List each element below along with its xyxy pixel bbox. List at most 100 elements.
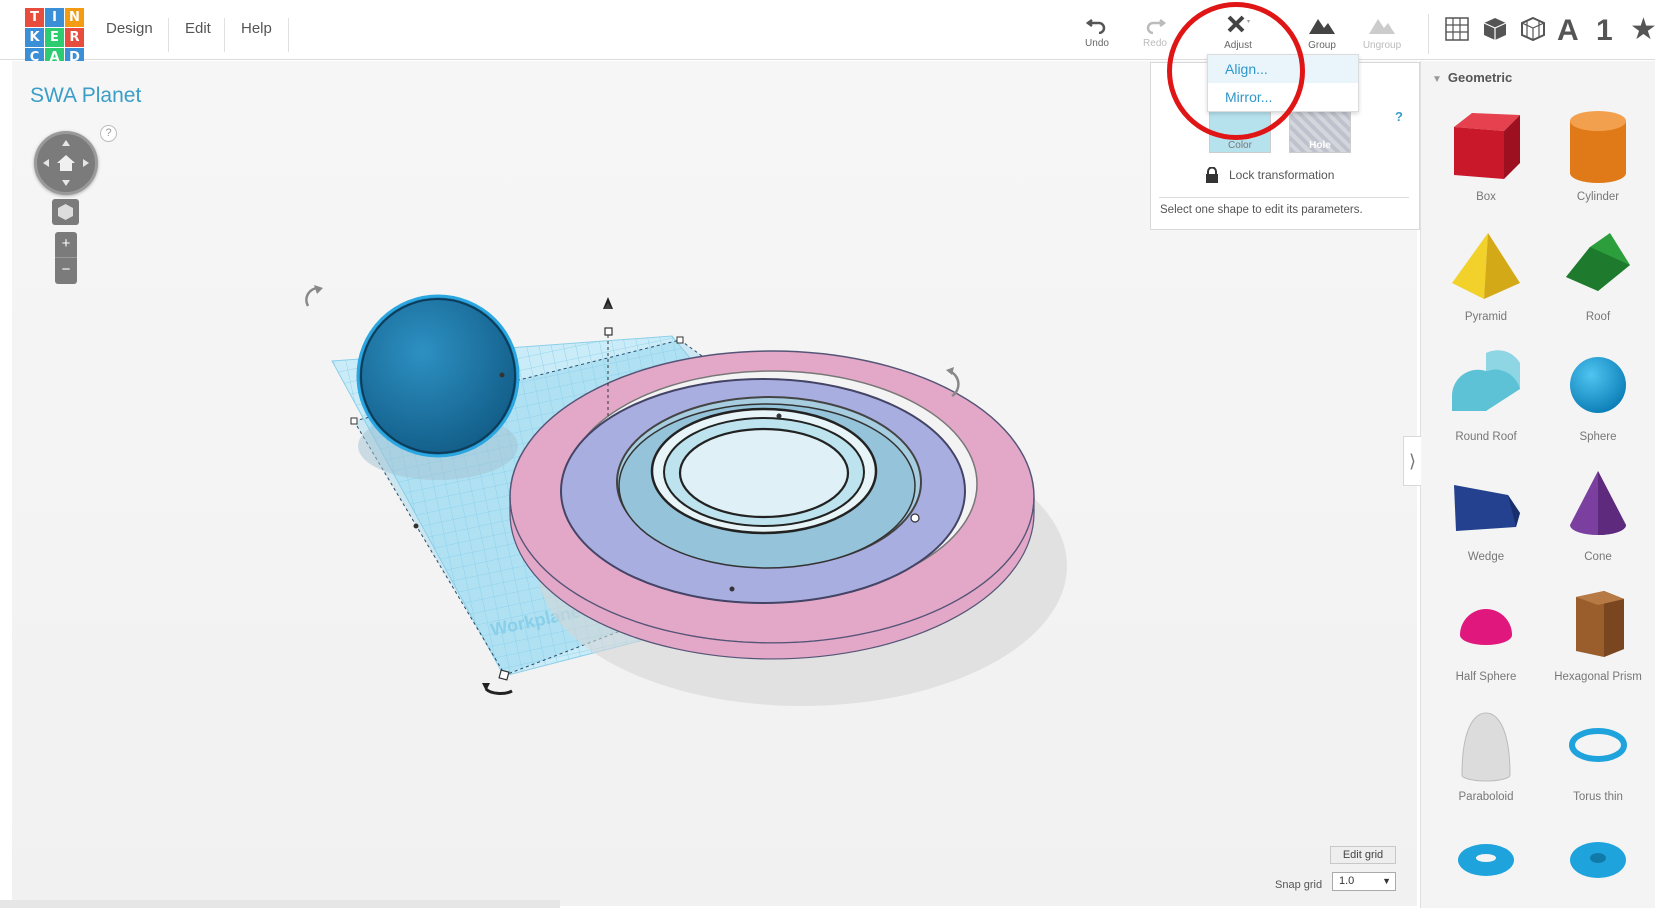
snap-grid-select[interactable]: 1.0 bbox=[1332, 872, 1396, 891]
shape-label: Pyramid bbox=[1464, 311, 1508, 323]
shape-roof[interactable]: Roof bbox=[1542, 225, 1654, 323]
undo-icon bbox=[1086, 19, 1106, 34]
menu-divider bbox=[288, 18, 289, 52]
shape-label: Sphere bbox=[1579, 431, 1617, 443]
toolbar-divider bbox=[1428, 14, 1429, 54]
shape-label: Cylinder bbox=[1576, 191, 1620, 203]
shape-round-roof[interactable]: Round Roof bbox=[1430, 345, 1542, 443]
category-chevron-icon: ▼ bbox=[1432, 74, 1442, 85]
text-tool[interactable]: A bbox=[1557, 14, 1579, 48]
hole-swatch[interactable]: Hole bbox=[1289, 109, 1351, 153]
logo-letter: I bbox=[45, 8, 64, 27]
tube-icon bbox=[1570, 842, 1626, 878]
shape-label: Paraboloid bbox=[1458, 791, 1514, 803]
ungroup-button[interactable]: Ungroup bbox=[1352, 14, 1412, 51]
group-label: Group bbox=[1308, 40, 1336, 51]
ungroup-icon bbox=[1369, 19, 1395, 34]
torus-icon bbox=[1458, 844, 1514, 876]
menu-edit[interactable]: Edit bbox=[185, 20, 211, 37]
grid-view-icon[interactable] bbox=[1444, 16, 1470, 42]
roof-icon bbox=[1566, 233, 1630, 291]
shape-label: Round Roof bbox=[1455, 431, 1517, 443]
menu-divider bbox=[168, 18, 169, 52]
lock-icon bbox=[1206, 167, 1218, 183]
sidebar-collapse-button[interactable]: ⟩ bbox=[1403, 436, 1421, 486]
sphere-shape[interactable] bbox=[356, 294, 520, 480]
round-roof-icon bbox=[1452, 350, 1520, 411]
inspector-message: Select one shape to edit its parameters. bbox=[1160, 204, 1363, 216]
cube-icon bbox=[58, 204, 73, 220]
shape-torus-thin[interactable]: Torus thin bbox=[1542, 705, 1654, 803]
zoom-out-button[interactable]: − bbox=[55, 258, 77, 284]
shape-label: Box bbox=[1476, 191, 1496, 203]
shape-cone[interactable]: Cone bbox=[1542, 465, 1654, 563]
shape-hexagonal-prism[interactable]: Hexagonal Prism bbox=[1542, 585, 1654, 683]
logo-letter: R bbox=[65, 28, 84, 47]
shape-torus[interactable] bbox=[1430, 830, 1542, 896]
zoom-control: + − bbox=[55, 232, 77, 284]
group-icon bbox=[1309, 19, 1335, 34]
undo-label: Undo bbox=[1085, 38, 1109, 49]
shape-pyramid[interactable]: Pyramid bbox=[1430, 225, 1542, 323]
number-tool[interactable]: 1 bbox=[1596, 14, 1613, 48]
half-sphere-icon bbox=[1460, 609, 1512, 645]
star-icon[interactable]: ★ bbox=[1630, 12, 1655, 47]
shape-label: Torus thin bbox=[1573, 791, 1623, 803]
paraboloid-icon bbox=[1461, 712, 1511, 782]
shape-tube[interactable] bbox=[1542, 830, 1654, 896]
sphere-icon bbox=[1570, 357, 1626, 413]
nav-help-icon[interactable]: ? bbox=[100, 125, 117, 142]
shape-paraboloid[interactable]: Paraboloid bbox=[1430, 705, 1542, 803]
home-icon bbox=[43, 140, 89, 186]
shape-label: Wedge bbox=[1467, 551, 1505, 563]
group-button[interactable]: Group bbox=[1292, 14, 1352, 51]
edit-grid-button[interactable]: Edit grid bbox=[1330, 846, 1396, 864]
top-toolbar: T I N K E R C A D Design Edit Help Undo … bbox=[0, 0, 1655, 67]
shape-label: Roof bbox=[1585, 311, 1611, 323]
planet-rings[interactable] bbox=[509, 350, 1035, 660]
shape-cylinder[interactable]: Cylinder bbox=[1542, 105, 1654, 203]
shape-wedge[interactable]: Wedge bbox=[1430, 465, 1542, 563]
zoom-in-button[interactable]: + bbox=[55, 232, 77, 258]
wedge-icon bbox=[1454, 485, 1520, 531]
canvas-left-border bbox=[0, 61, 12, 906]
logo-letter: T bbox=[25, 8, 44, 27]
menu-divider bbox=[224, 18, 225, 52]
box-icon bbox=[1454, 113, 1520, 179]
lock-label: Lock transformation bbox=[1229, 168, 1335, 182]
shape-label: Cone bbox=[1584, 551, 1612, 563]
redo-icon bbox=[1146, 19, 1166, 34]
pyramid-icon bbox=[1452, 233, 1520, 299]
category-header[interactable]: ▼ Geometric bbox=[1432, 70, 1512, 85]
shape-box[interactable]: Box bbox=[1430, 105, 1542, 203]
logo-letter: K bbox=[25, 28, 44, 47]
cone-icon bbox=[1570, 471, 1626, 535]
highlight-circle bbox=[1167, 2, 1305, 140]
orbit-control[interactable] bbox=[34, 131, 98, 195]
shape-label: Hexagonal Prism bbox=[1554, 671, 1642, 683]
inspector-help-icon[interactable]: ? bbox=[1395, 109, 1403, 124]
hexagonal-prism-icon bbox=[1576, 591, 1624, 657]
torus-thin-icon bbox=[1569, 728, 1627, 762]
logo-letter: N bbox=[65, 8, 84, 27]
redo-label: Redo bbox=[1143, 38, 1167, 49]
menu-help[interactable]: Help bbox=[241, 20, 272, 37]
view-cube-button[interactable] bbox=[52, 199, 79, 225]
shape-label: Half Sphere bbox=[1455, 671, 1517, 683]
logo-letter: E bbox=[45, 28, 64, 47]
project-title[interactable]: SWA Planet bbox=[30, 84, 141, 108]
wireframe-view-icon[interactable] bbox=[1520, 16, 1546, 42]
lock-transformation-toggle[interactable]: Lock transformation bbox=[1205, 167, 1334, 183]
ungroup-label: Ungroup bbox=[1362, 40, 1402, 51]
snap-grid-label: Snap grid bbox=[1275, 879, 1323, 891]
menu-design[interactable]: Design bbox=[106, 20, 153, 37]
tinkercad-logo[interactable]: T I N K E R C A D bbox=[25, 8, 85, 68]
shape-half-sphere[interactable]: Half Sphere bbox=[1430, 585, 1542, 683]
cylinder-icon bbox=[1570, 111, 1626, 183]
shape-sphere[interactable]: Sphere bbox=[1542, 345, 1654, 443]
inspector-divider bbox=[1159, 197, 1409, 198]
box-view-icon[interactable] bbox=[1482, 16, 1508, 42]
rotate-arrow-icon[interactable] bbox=[484, 687, 513, 695]
category-label: Geometric bbox=[1447, 70, 1513, 85]
undo-button[interactable]: Undo bbox=[1067, 14, 1127, 49]
